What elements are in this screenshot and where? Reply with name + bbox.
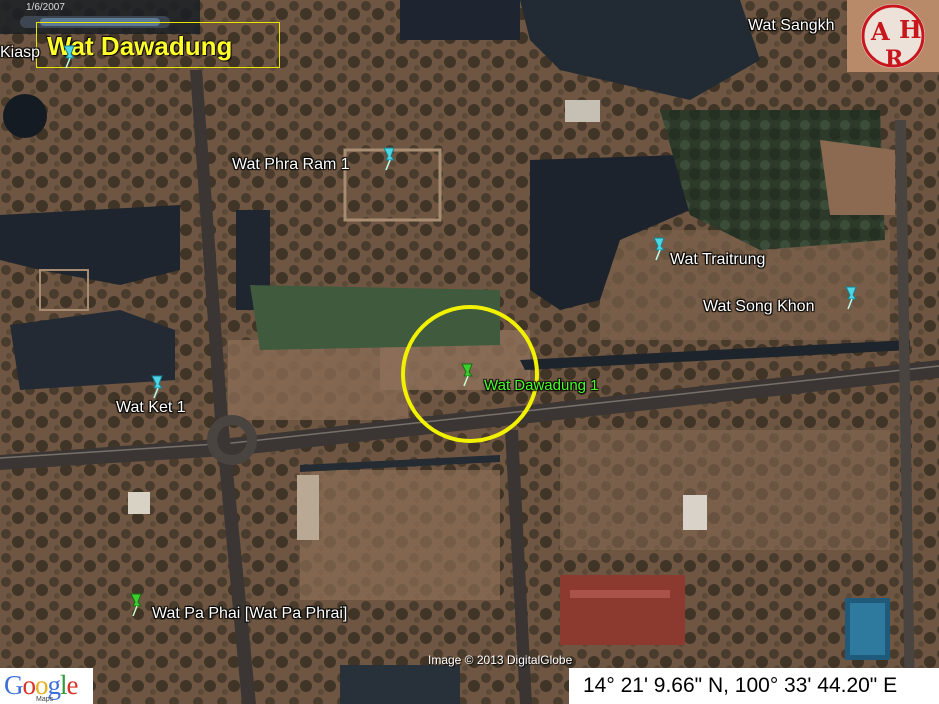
place-label-wat-dawadung-1[interactable]: Wat Dawadung 1 [484,377,599,394]
pushpin-green-icon[interactable] [458,362,478,388]
place-label-wat-pa-phai[interactable]: Wat Pa Phai [Wat Pa Phrai] [152,605,347,623]
place-label-wat-song-khon[interactable]: Wat Song Khon [703,298,814,316]
place-label-wat-ket-1[interactable]: Wat Ket 1 [116,399,186,417]
google-maps-sub: Maps [36,696,54,703]
pushpin-cyan-icon[interactable] [148,374,168,400]
place-label-wat-sangkh[interactable]: Wat Sangkh [748,17,835,35]
image-credit: Image © 2013 DigitalGlobe [428,653,573,667]
pushpin-cyan-icon[interactable] [60,44,80,70]
place-label-kiasp[interactable]: Kiasp [0,44,40,62]
pushpin-cyan-icon[interactable] [650,236,670,262]
pushpin-green-icon[interactable] [127,592,147,618]
place-label-wat-phra-ram-1[interactable]: Wat Phra Ram 1 [232,156,350,174]
svg-text:H: H [899,15,922,44]
google-logo: Google Maps [0,668,93,704]
pushpin-cyan-icon[interactable] [380,146,400,172]
pushpin-cyan-icon[interactable] [842,285,862,311]
svg-text:A: A [870,17,890,46]
svg-text:R: R [885,46,904,72]
arh-seal-icon: A R H [847,0,939,72]
history-date: 1/6/2007 [26,2,65,13]
coordinates-readout: 14° 21' 9.66" N, 100° 33' 44.20" E [569,668,939,704]
place-label-wat-traitrung[interactable]: Wat Traitrung [670,251,765,269]
